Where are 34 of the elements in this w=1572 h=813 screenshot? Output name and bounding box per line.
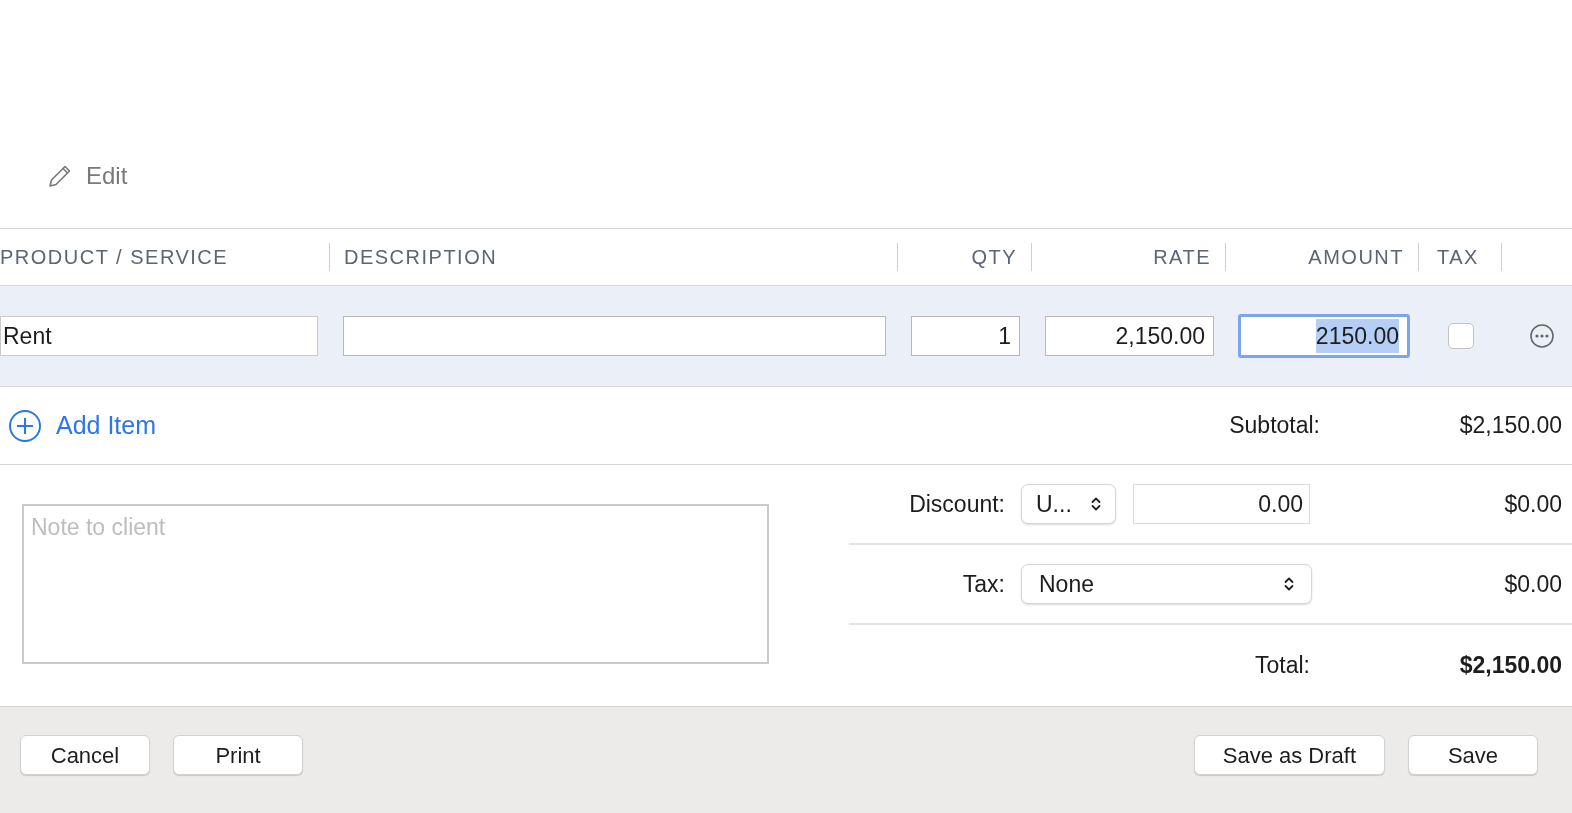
add-item-button[interactable]: Add Item <box>0 406 157 445</box>
rate-field[interactable]: 2,150.00 <box>1045 316 1214 356</box>
description-field[interactable] <box>343 316 886 356</box>
edit-link[interactable]: Edit <box>46 158 128 194</box>
column-header: RATE <box>1153 245 1211 270</box>
amount-field[interactable]: 2150.00 <box>1238 314 1410 358</box>
subtotal-value: $2,150.00 <box>1458 411 1563 441</box>
discount-value: $0.00 <box>1503 489 1563 519</box>
more-options-icon[interactable] <box>1529 323 1555 349</box>
plus-circle-icon <box>8 408 42 443</box>
discount-label: Discount: <box>908 489 1005 519</box>
tax-checkbox[interactable] <box>1447 323 1474 349</box>
tax-rate-select[interactable]: None <box>1021 564 1312 604</box>
product-field[interactable]: Rent <box>0 316 318 356</box>
footer-button[interactable]: Save as Draft <box>1193 735 1385 775</box>
stepper-chevron-icon <box>1284 576 1294 592</box>
discount-type-select[interactable]: U... <box>1021 484 1116 524</box>
note-field[interactable]: Note to client <box>22 504 769 664</box>
qty-field[interactable]: 1 <box>911 316 1020 356</box>
column-header: AMOUNT <box>1308 245 1404 270</box>
subtotal-label: Subtotal: <box>1229 411 1320 441</box>
column-header: TAX <box>1437 245 1479 270</box>
total-label: Total: <box>1254 650 1310 680</box>
tax-label: Tax: <box>961 569 1005 599</box>
column-header: PRODUCT / SERVICE <box>0 245 229 270</box>
total-value: $2,150.00 <box>1458 650 1563 680</box>
footer-button[interactable]: Save <box>1408 735 1538 775</box>
footer-button[interactable]: Print <box>173 735 303 775</box>
stepper-chevron-icon <box>1091 496 1101 512</box>
column-header: DESCRIPTION <box>344 245 498 270</box>
footer-button[interactable]: Cancel <box>20 735 150 775</box>
column-header: QTY <box>971 245 1017 270</box>
discount-amount-field[interactable]: 0.00 <box>1133 484 1310 524</box>
tax-value: $0.00 <box>1503 569 1563 599</box>
